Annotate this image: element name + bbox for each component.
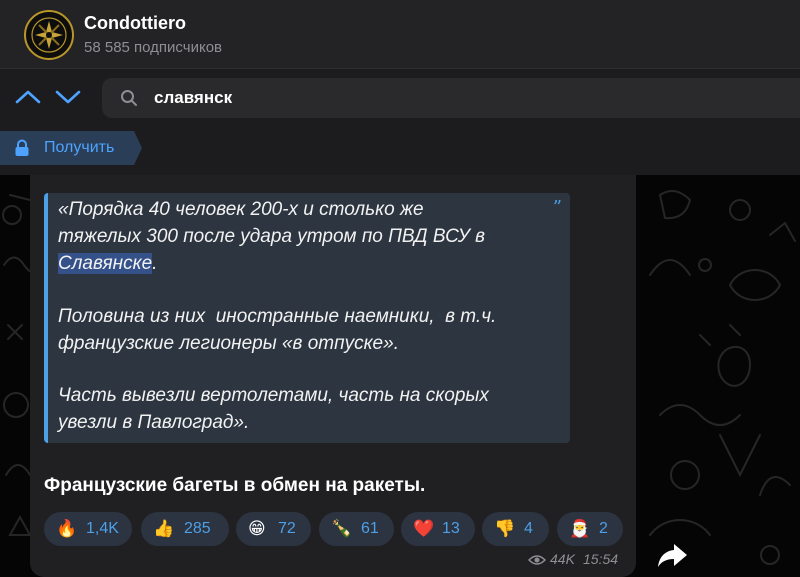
eye-icon	[528, 555, 546, 565]
quote-line: тяжелых 300 после удара утром по ПВД ВСУ…	[58, 226, 486, 247]
channel-avatar[interactable]	[24, 10, 74, 60]
subscriber-count: 58 585 подписчиков	[84, 39, 223, 56]
channel-logo-icon	[31, 17, 67, 53]
santa-icon: 🎅	[569, 519, 591, 538]
search-field[interactable]	[102, 78, 800, 118]
fire-icon: 🔥	[56, 519, 78, 538]
chat-header: Condottiero 58 585 подписчиков	[0, 0, 800, 69]
search-bar-row	[0, 69, 800, 125]
quote-mark-icon: ”	[552, 197, 562, 218]
champagne-icon: 🍾	[331, 519, 353, 538]
reaction-fire[interactable]: 🔥 1,4K	[44, 512, 132, 546]
share-button[interactable]	[656, 540, 690, 570]
next-result-button[interactable]	[54, 85, 82, 109]
reaction-count: 13	[442, 520, 460, 537]
quote-line: Половина из них иностранные наемники, в …	[58, 306, 497, 327]
channel-name[interactable]: Condottiero	[84, 13, 186, 34]
quote-line: Часть вывезли вертолетами, часть на скор…	[58, 385, 489, 406]
chevron-down-icon	[55, 90, 81, 104]
action-row: Получить	[0, 125, 800, 175]
quote-line: увезли в Павлоград».	[58, 412, 250, 433]
reaction-thumbs-down[interactable]: 👎 4	[482, 512, 549, 546]
search-icon	[121, 90, 137, 106]
view-count: 44K	[550, 551, 575, 567]
reaction-count: 1,4K	[86, 520, 119, 537]
reaction-count: 2	[599, 520, 608, 537]
get-button[interactable]: Получить	[0, 131, 142, 165]
heart-icon: ❤️	[413, 519, 435, 538]
reaction-heart[interactable]: ❤️ 13	[401, 512, 475, 546]
reaction-champagne[interactable]: 🍾 61	[319, 512, 394, 546]
quote-paragraph-3: Часть вывезли вертолетами, часть на скор…	[58, 382, 489, 436]
quote-line: французские легионеры «в отпуске».	[58, 333, 399, 354]
search-highlight: Славянске	[58, 253, 153, 274]
quote-paragraph-1: «Порядка 40 человек 200-х и столько же т…	[58, 196, 485, 277]
reaction-count: 285	[184, 520, 211, 537]
quote-line: «Порядка 40 человек 200-х и столько же	[58, 199, 424, 220]
reaction-count: 72	[278, 520, 296, 537]
get-button-label: Получить	[44, 139, 115, 156]
chevron-up-icon	[15, 90, 41, 104]
reaction-grin[interactable]: 😁 72	[236, 512, 311, 546]
reaction-count: 61	[361, 520, 379, 537]
reaction-count: 4	[524, 520, 533, 537]
thumbs-down-icon: 👎	[494, 519, 516, 538]
search-input[interactable]	[154, 86, 754, 110]
message-time: 15:54	[583, 551, 619, 567]
message-quote: ” «Порядка 40 человек 200-х и столько же…	[44, 193, 570, 443]
quote-line: .	[152, 253, 158, 274]
quote-paragraph-2: Половина из них иностранные наемники, в …	[58, 303, 496, 357]
thumbs-up-icon: 👍	[153, 519, 175, 538]
lock-icon	[15, 139, 29, 156]
share-icon	[658, 544, 687, 567]
reaction-thumbs-up[interactable]: 👍 285	[141, 512, 229, 546]
message-caption: Французские багеты в обмен на ракеты.	[44, 475, 426, 496]
grin-icon: 😁	[248, 519, 266, 538]
previous-result-button[interactable]	[14, 85, 42, 109]
reaction-santa[interactable]: 🎅 2	[557, 512, 623, 546]
